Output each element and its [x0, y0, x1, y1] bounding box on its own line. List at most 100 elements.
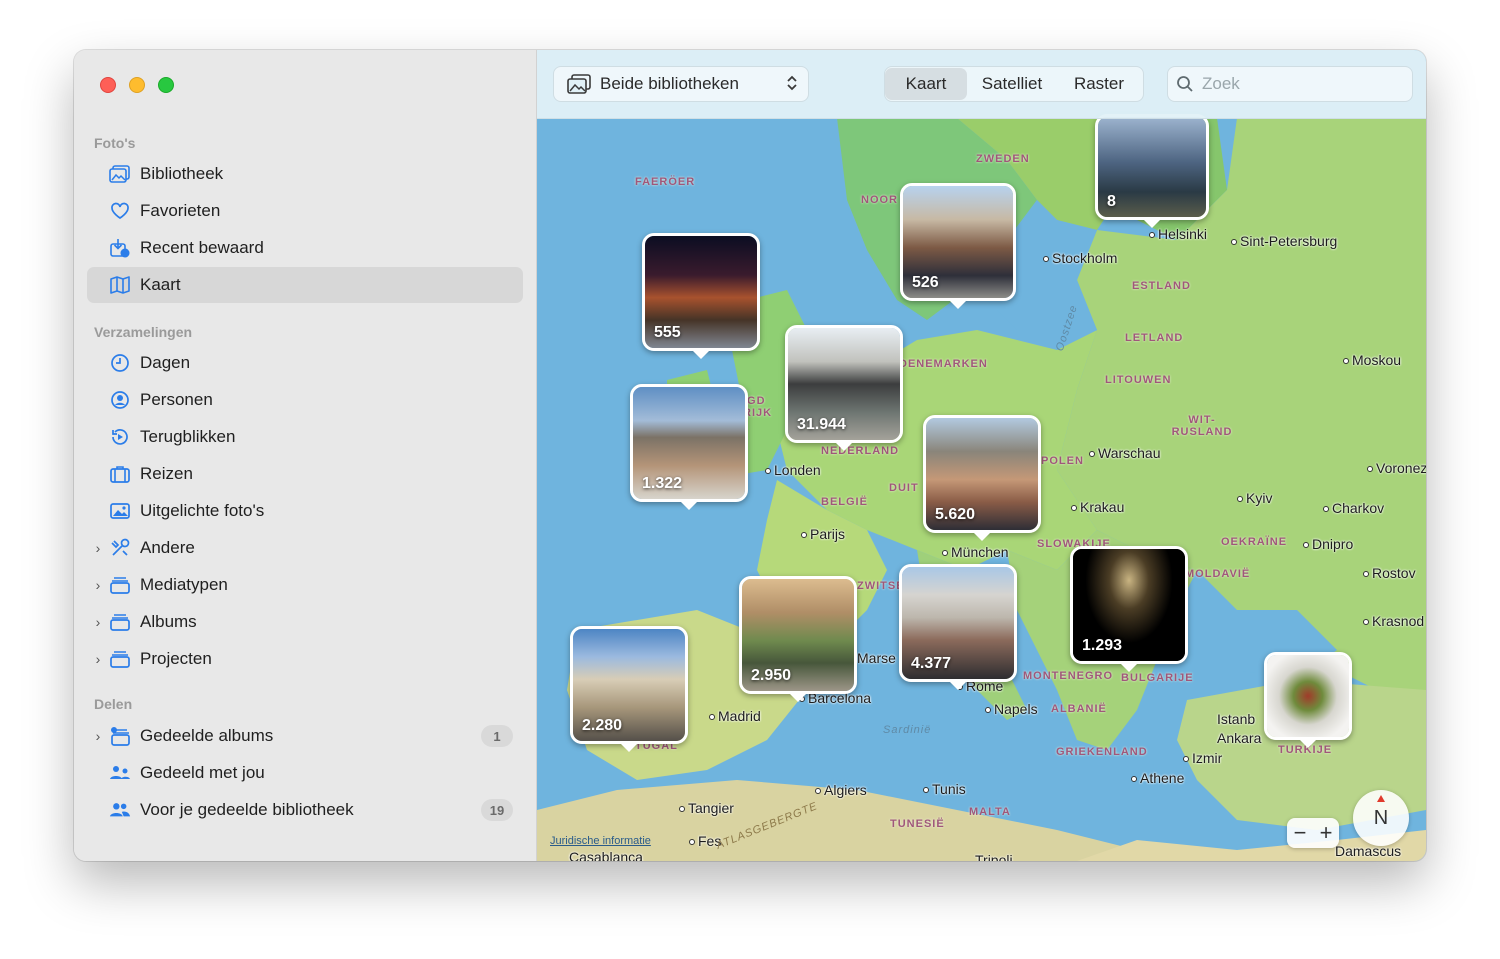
stack-icon: [109, 648, 131, 670]
photo-pin-netherlands[interactable]: 31.944: [785, 325, 903, 451]
shared-albums-count-badge: 1: [481, 725, 513, 747]
sidebar-item-projecten[interactable]: › Projecten: [87, 641, 523, 677]
tab-kaart[interactable]: Kaart: [885, 68, 967, 100]
minimize-button[interactable]: [129, 77, 145, 93]
map-city-label: Marse: [857, 650, 896, 666]
map-country-label: OEKRAÏNE: [1221, 536, 1288, 548]
zoom-out-button[interactable]: −: [1294, 820, 1307, 846]
zoom-button[interactable]: [158, 77, 174, 93]
map-country-label: TUNESIË: [890, 818, 945, 830]
map-city-label: Kyiv: [1237, 490, 1272, 506]
photo-library-icon: [109, 163, 131, 185]
map-city-label: Voronez: [1367, 460, 1426, 476]
close-button[interactable]: [100, 77, 116, 93]
stack-icon: [109, 611, 131, 633]
photo-pin-turkey[interactable]: [1264, 652, 1352, 748]
zoom-control: − +: [1287, 818, 1339, 848]
map-city-label: Charkov: [1323, 500, 1384, 516]
sidebar-item-favorieten[interactable]: Favorieten: [87, 193, 523, 229]
photo-library-icon: [566, 73, 592, 95]
person-icon: [109, 389, 131, 411]
sidebar-item-gedeelde-bibliotheek[interactable]: Voor je gedeelde bibliotheek 19: [87, 792, 523, 828]
map-city-label: Moskou: [1343, 352, 1401, 368]
tab-satelliet[interactable]: Satelliet: [967, 68, 1057, 100]
map-country-label: MOLDAVIË: [1185, 568, 1251, 580]
photo-pin-norway[interactable]: 526: [900, 183, 1016, 309]
map-country-label: LITOUWEN: [1105, 374, 1172, 386]
map-city-label: Tripoli: [975, 852, 1013, 861]
map-city-label: Tunis: [923, 781, 966, 797]
map-city-label: Londen: [765, 462, 821, 478]
photo-pin-portugal[interactable]: 2.280: [570, 626, 688, 752]
tab-raster[interactable]: Raster: [1057, 68, 1141, 100]
map-city-label: Krasnod: [1363, 613, 1424, 629]
map-city-label: Krakau: [1071, 499, 1124, 515]
map-country-label: DUIT: [889, 482, 919, 494]
photo-pin-germany[interactable]: 5.620: [923, 415, 1041, 541]
map-icon: [109, 274, 131, 296]
map-city-label: Madrid: [709, 708, 761, 724]
clock-icon: [109, 352, 131, 374]
sidebar-item-andere[interactable]: › Andere: [87, 530, 523, 566]
zoom-in-button[interactable]: +: [1320, 820, 1333, 846]
sidebar-item-albums[interactable]: › Albums: [87, 604, 523, 640]
compass-north-label: N: [1373, 806, 1389, 829]
map-country-label: LETLAND: [1125, 332, 1184, 344]
photo-pin-helsinki[interactable]: 8: [1095, 114, 1209, 228]
chevron-right-icon[interactable]: ›: [87, 728, 109, 744]
sidebar-item-kaart[interactable]: Kaart: [87, 267, 523, 303]
sidebar-item-terugblikken[interactable]: Terugblikken: [87, 419, 523, 455]
map-country-label: NEDERLAND: [821, 445, 900, 457]
photo-pin-barcelona[interactable]: 2.950: [739, 576, 857, 702]
map-country-label: WIT-RUSLAND: [1171, 414, 1233, 438]
photo-pin-milan[interactable]: 4.377: [899, 564, 1017, 690]
sidebar-item-dagen[interactable]: Dagen: [87, 345, 523, 381]
memories-icon: [109, 426, 131, 448]
map-city-label: Ankara: [1217, 730, 1262, 746]
map-sea-label: Sardinië: [883, 724, 932, 736]
map-view[interactable]: Helsinki Sint-Petersburg Stockholm Mosko…: [537, 50, 1426, 861]
section-title-delen: Delen: [94, 696, 133, 712]
map-city-label: Algiers: [815, 782, 867, 798]
stack-icon: [109, 574, 131, 596]
sidebar-item-gedeeld-met-jou[interactable]: Gedeeld met jou: [87, 755, 523, 791]
legal-info-link[interactable]: Juridische informatie: [550, 835, 651, 847]
people-icon: [109, 799, 131, 821]
chevron-right-icon[interactable]: ›: [87, 651, 109, 667]
sidebar-item-reizen[interactable]: Reizen: [87, 456, 523, 492]
map-city-label: Stockholm: [1043, 250, 1117, 266]
map-city-label: Napels: [985, 701, 1038, 717]
search-field[interactable]: Zoek: [1167, 66, 1413, 102]
window-controls: [100, 77, 174, 93]
section-title-verzamelingen: Verzamelingen: [94, 324, 193, 340]
chevron-right-icon[interactable]: ›: [87, 540, 109, 556]
sidebar-item-uitgelichte-fotos[interactable]: Uitgelichte foto's: [87, 493, 523, 529]
toolbar: Beide bibliotheken Kaart Satelliet Raste…: [537, 50, 1426, 119]
sidebar-item-mediatypen[interactable]: › Mediatypen: [87, 567, 523, 603]
recent-saved-icon: [109, 237, 131, 259]
map-city-label: Tangier: [679, 800, 734, 816]
library-select[interactable]: Beide bibliotheken: [553, 66, 809, 102]
map-country-label: MALTA: [969, 806, 1011, 818]
shared-library-count-badge: 19: [481, 799, 513, 821]
map-city-label: Sint-Petersburg: [1231, 233, 1337, 249]
chevron-right-icon[interactable]: ›: [87, 577, 109, 593]
map-country-label: DENEMARKEN: [899, 358, 988, 370]
photo-pin-ireland[interactable]: 555: [642, 233, 760, 359]
compass-button[interactable]: N: [1353, 790, 1409, 846]
tools-icon: [109, 537, 131, 559]
map-city-label: Warschau: [1089, 445, 1161, 461]
sidebar-item-bibliotheek[interactable]: Bibliotheek: [87, 156, 523, 192]
photo-pin-romania[interactable]: 1.293: [1070, 546, 1188, 672]
shared-with-you-icon: [109, 762, 131, 784]
suitcase-icon: [109, 463, 131, 485]
search-icon: [1176, 75, 1194, 93]
map-city-label: Parijs: [801, 526, 845, 542]
photo-pin-france-coast[interactable]: 1.322: [630, 384, 748, 510]
sidebar-item-personen[interactable]: Personen: [87, 382, 523, 418]
sidebar-item-gedeelde-albums[interactable]: › Gedeelde albums 1: [87, 718, 523, 754]
map-country-label: MONTENEGRO: [1023, 670, 1114, 682]
map-city-label: Helsinki: [1149, 226, 1207, 242]
chevron-right-icon[interactable]: ›: [87, 614, 109, 630]
sidebar-item-recent-bewaard[interactable]: Recent bewaard: [87, 230, 523, 266]
